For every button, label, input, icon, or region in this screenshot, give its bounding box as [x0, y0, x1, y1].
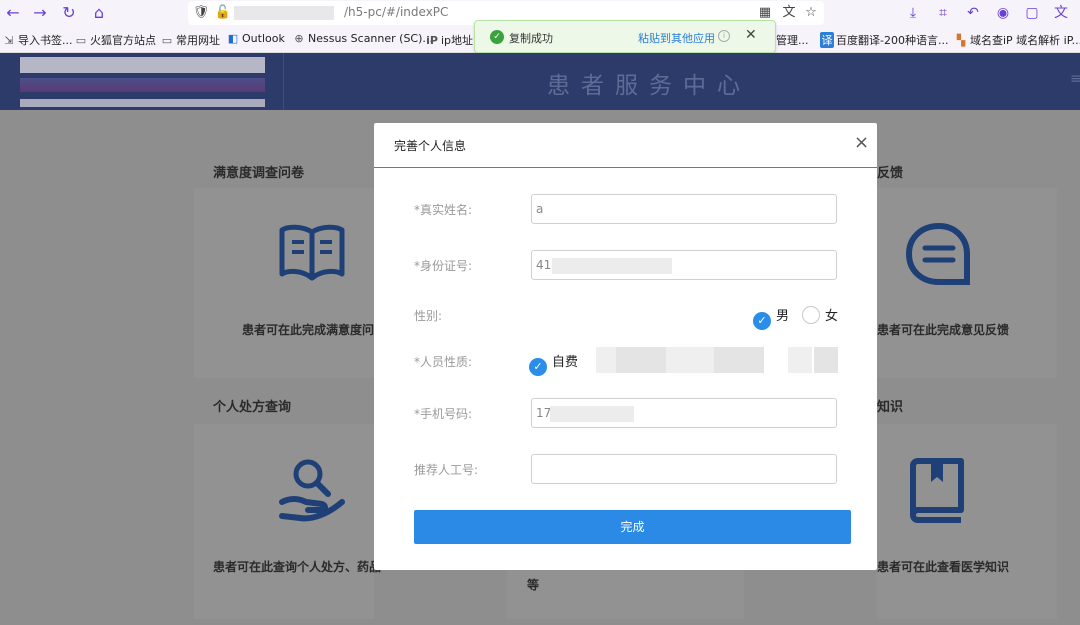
back-icon[interactable]: ←: [2, 2, 24, 24]
outlook-icon: ◧: [227, 32, 239, 45]
url-host-redacted: [234, 6, 334, 20]
screenshot-icon[interactable]: ▢: [1021, 2, 1043, 24]
header-divider: [283, 53, 284, 110]
import-icon: ⇲: [4, 34, 14, 47]
folder-icon: ▭: [75, 34, 87, 47]
person-type-option-redacted[interactable]: [788, 347, 812, 373]
page-title: 患者服务中心: [547, 73, 751, 99]
download-icon[interactable]: ⤓: [902, 2, 924, 24]
folder-icon: ▭: [161, 34, 173, 47]
header-menu-icon[interactable]: ≡: [1070, 71, 1080, 87]
complete-button[interactable]: 完成: [414, 510, 851, 544]
domain-icon: ▚: [956, 34, 966, 47]
modal-header: 完善个人信息 ×: [374, 123, 877, 168]
real-name-value: a: [536, 202, 544, 216]
radio-checked-icon: ✓: [753, 312, 771, 330]
crop-icon[interactable]: ⌗: [932, 2, 954, 24]
bookmark-common[interactable]: ▭ 常用网址: [160, 32, 220, 48]
id-number-redacted: [552, 258, 672, 274]
bookmark-star-icon[interactable]: ☆: [800, 2, 822, 24]
bookmark-firefox[interactable]: ▭ 火狐官方站点: [74, 32, 156, 48]
bookmark-ip[interactable]: iP ip地址: [425, 32, 473, 48]
radio-checked-icon: ✓: [529, 358, 547, 376]
bookmark-baidu-translate[interactable]: 译百度翻译-200种语言...: [820, 32, 948, 48]
gender-label: 性别:: [414, 309, 443, 323]
globe-icon: ⊕: [294, 32, 304, 45]
bookmark-nessus[interactable]: ⊕ Nessus Scanner (SC)...: [292, 32, 433, 45]
person-type-label: *人员性质:: [414, 355, 473, 369]
undo-icon[interactable]: ↶: [962, 2, 984, 24]
gender-option-female[interactable]: 女: [802, 305, 838, 324]
toast-message: 复制成功: [509, 32, 553, 45]
insecure-lock-icon[interactable]: 🔓: [212, 2, 234, 24]
complete-profile-modal: 完善个人信息 × *真实姓名: a *身份证号: 41 性别: ✓ 男 女 *人员…: [374, 123, 877, 570]
person-type-option-redacted[interactable]: [714, 347, 764, 373]
baidu-translate-icon: 译: [820, 32, 834, 48]
phone-input[interactable]: 17: [531, 398, 837, 428]
person-type-option-self-pay[interactable]: ✓ 自费: [529, 351, 578, 376]
bookmark-import[interactable]: ⇲ 导入书签...: [2, 32, 72, 48]
home-icon[interactable]: ⌂: [88, 2, 110, 24]
page-header: 患者服务中心 ≡: [0, 53, 1080, 110]
translate-extension-icon[interactable]: 文: [1050, 2, 1072, 24]
ip-icon: iP: [426, 34, 438, 47]
real-name-input[interactable]: a: [531, 194, 837, 224]
person-type-option-redacted[interactable]: [616, 347, 666, 373]
translate-icon[interactable]: 文: [778, 2, 800, 24]
id-number-value: 41: [536, 258, 552, 272]
bookmark-domain-ip[interactable]: ▚ 域名查iP 域名解析 iP...: [954, 32, 1080, 48]
person-type-option-redacted[interactable]: [666, 347, 714, 373]
phone-label: *手机号码:: [414, 407, 473, 421]
id-number-label: *身份证号:: [414, 259, 473, 273]
modal-title: 完善个人信息: [394, 139, 467, 153]
reload-icon[interactable]: ↻: [58, 2, 80, 24]
phone-value: 17: [536, 406, 552, 420]
copy-success-toast: ✓ 复制成功 粘贴到其他应用 i ✕: [474, 20, 776, 53]
real-name-label: *真实姓名:: [414, 203, 473, 217]
gender-option-male[interactable]: ✓ 男: [753, 305, 789, 330]
bookmark-outlook[interactable]: ◧ Outlook: [226, 32, 285, 45]
modal-close-icon[interactable]: ×: [854, 131, 869, 155]
radio-unchecked-icon: [802, 306, 820, 324]
extension-icon[interactable]: ◉: [992, 2, 1014, 24]
shield-icon[interactable]: 🛡: [190, 2, 212, 24]
referrer-id-label: 推荐人工号:: [414, 463, 479, 477]
url-path[interactable]: /h5-pc/#/indexPC: [344, 5, 448, 19]
id-number-input[interactable]: 41: [531, 250, 837, 280]
toast-close-icon[interactable]: ✕: [745, 27, 757, 43]
info-icon[interactable]: i: [718, 30, 730, 42]
referrer-id-input[interactable]: [531, 454, 837, 484]
hospital-logo-redacted: [20, 57, 265, 107]
forward-icon[interactable]: →: [29, 2, 51, 24]
check-circle-icon: ✓: [490, 30, 504, 44]
paste-to-other-app-link[interactable]: 粘贴到其他应用: [638, 30, 715, 46]
bookmark-manage[interactable]: 管理...: [776, 32, 809, 48]
person-type-option-redacted[interactable]: [814, 347, 838, 373]
phone-redacted: [550, 406, 634, 422]
